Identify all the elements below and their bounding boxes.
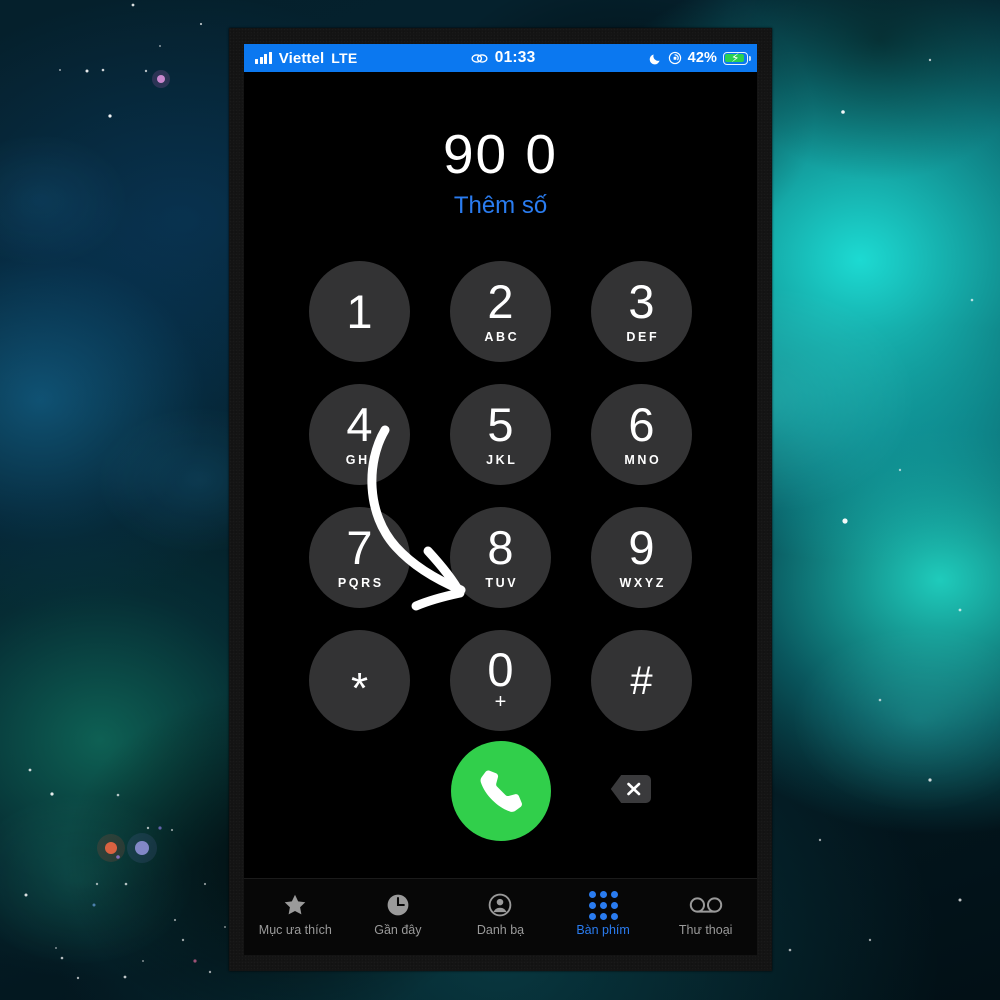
phone-handset-icon [480, 770, 522, 812]
key-5[interactable]: 5 JKL [450, 384, 551, 485]
contact-person-icon [487, 891, 513, 919]
call-button[interactable] [450, 741, 551, 841]
tab-label: Thư thoại [678, 923, 733, 937]
key-letters: DEF [626, 329, 660, 344]
key-letters: PQRS [337, 575, 384, 590]
tab-favorites[interactable]: Mục ưa thích [244, 879, 347, 937]
call-action-row [244, 741, 757, 841]
dialer-keypad: 1 2 ABC 3 DEF 4 GHI 5 JKL 6 MNO 7 PQRS 8… [244, 261, 757, 753]
key-digit: 8 [487, 521, 514, 575]
tab-label: Bàn phím [576, 923, 630, 937]
keypad-dots-icon [588, 890, 618, 920]
link-icon [471, 53, 488, 63]
key-6[interactable]: 6 MNO [591, 384, 692, 485]
key-digit: 3 [628, 275, 655, 329]
key-letters: MNO [624, 452, 662, 467]
key-1[interactable]: 1 [309, 261, 410, 362]
tab-label: Danh bạ [476, 923, 525, 937]
status-bar: Viettel LTE 01:33 42% ⚡ [244, 44, 757, 72]
clock-icon [385, 891, 411, 919]
key-letters: ABC [484, 329, 520, 344]
voicemail-icon [689, 891, 723, 919]
keypad-row-1: 1 2 ABC 3 DEF [244, 261, 757, 362]
key-letters: + [494, 690, 507, 713]
tab-voicemail[interactable]: Thư thoại [654, 879, 757, 937]
moon-icon [649, 54, 660, 64]
delete-button[interactable] [608, 771, 654, 807]
tab-recents[interactable]: Gần đây [347, 879, 450, 937]
signal-bars-icon [255, 52, 272, 64]
key-8[interactable]: 8 TUV [450, 507, 551, 608]
status-bar-center: 01:33 [358, 49, 649, 67]
battery-percent-label: 42% [687, 50, 717, 66]
star-icon [282, 891, 308, 919]
key-digit: * [350, 663, 369, 713]
phone-device-frame: Viettel LTE 01:33 42% ⚡ 90 0 Thêm số 1 2… [229, 28, 772, 971]
network-type-label: LTE [331, 50, 358, 66]
key-4[interactable]: 4 GHI [309, 384, 410, 485]
keypad-row-4: * 0 + # [244, 630, 757, 731]
status-bar-right: 42% ⚡ [649, 50, 757, 66]
key-digit: 1 [346, 284, 373, 338]
key-digit: 7 [346, 521, 373, 575]
key-digit: 5 [487, 398, 514, 452]
tab-keypad[interactable]: Bàn phím [552, 879, 655, 937]
key-digit: 4 [346, 398, 373, 452]
backspace-delete-icon [610, 775, 651, 803]
status-bar-left: Viettel LTE [244, 50, 358, 67]
battery-charging-icon: ⚡ [723, 51, 752, 65]
screenshot-stage: Viettel LTE 01:33 42% ⚡ 90 0 Thêm số 1 2… [0, 0, 1000, 1000]
keypad-row-3: 7 PQRS 8 TUV 9 WXYZ [244, 507, 757, 608]
rotation-lock-icon [668, 51, 681, 65]
key-digit: 2 [487, 275, 514, 329]
key-asterisk[interactable]: * [309, 630, 410, 731]
key-3[interactable]: 3 DEF [591, 261, 692, 362]
tab-label: Mục ưa thích [258, 923, 332, 937]
dialed-number-display[interactable]: 90 0 [244, 122, 757, 186]
key-letters: GHI [345, 452, 376, 467]
key-letters: TUV [485, 575, 519, 590]
key-9[interactable]: 9 WXYZ [591, 507, 692, 608]
key-digit: 6 [628, 398, 655, 452]
carrier-label: Viettel [278, 49, 325, 67]
key-7[interactable]: 7 PQRS [309, 507, 410, 608]
key-0[interactable]: 0 + [450, 630, 551, 731]
key-2[interactable]: 2 ABC [450, 261, 551, 362]
key-hash[interactable]: # [591, 630, 692, 731]
phone-screen: Viettel LTE 01:33 42% ⚡ 90 0 Thêm số 1 2… [244, 44, 757, 955]
key-digit: 0 [487, 643, 514, 697]
add-number-link[interactable]: Thêm số [244, 192, 757, 220]
status-bar-clock: 01:33 [494, 49, 536, 66]
keypad-row-2: 4 GHI 5 JKL 6 MNO [244, 384, 757, 485]
bottom-tab-bar: Mục ưa thích Gần đây Danh bạ Bàn phím Th… [244, 878, 757, 955]
key-letters: JKL [486, 452, 518, 467]
key-digit: # [630, 658, 653, 703]
tab-label: Gần đây [374, 923, 422, 937]
tab-contacts[interactable]: Danh bạ [449, 879, 552, 937]
key-digit: 9 [628, 521, 655, 575]
key-letters: WXYZ [619, 575, 667, 590]
